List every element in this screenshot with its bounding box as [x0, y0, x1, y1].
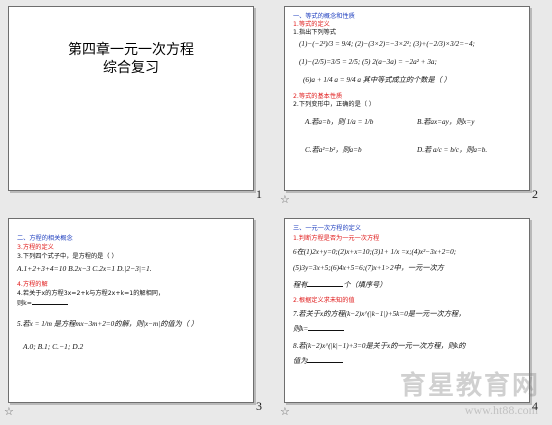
- slide-4-item1b-text: 则k=: [293, 325, 309, 333]
- slide-2-sub2: 2.等式的基本性质: [293, 93, 343, 100]
- slide-2-sub1: 1.等式的定义: [293, 21, 330, 28]
- slide-4-blank-2: [308, 325, 345, 331]
- slide-2-eq3: (6)a + 1/4 a = 9/4 a 其中等式成立的个数是（ ）: [303, 76, 451, 84]
- slide-3-canvas[interactable]: 二、方程的相关概念 3.方程的定义 3.下列四个式子中，是方程的是（ ） A.1…: [8, 218, 254, 403]
- slide-4-eq3: 程有 个（填序号）: [293, 281, 387, 289]
- slide-4-eq3-text: 程有: [293, 281, 308, 289]
- slide-2-heading: 一、等式的概念和性质: [293, 13, 355, 20]
- slide-number-1: 1: [256, 187, 262, 201]
- slide-3-item1: 3.下列四个式子中，是方程的是（ ）: [17, 253, 118, 260]
- slide-thumbnail-1[interactable]: 第四章一元一次方程 综合复习 1: [0, 0, 276, 212]
- slide-2-eq2: (1)−(2/5)=3/5 = 2/5; (5) 2(a−3a) = −2a² …: [299, 58, 437, 66]
- slide-2-option-d: D.若 a/c = b/c，则a=b.: [417, 146, 488, 154]
- slide-4-item2b: 值为: [293, 357, 344, 365]
- slide-4-item2: 8.若(k−2)x^(|k|−1)+3=0是关于x的一元一次方程，则k的: [293, 342, 466, 350]
- slide-2-eq1: (1)−(−2²)/3 = 9/4; (2)−(3×2)=−3×2²; (3)+…: [299, 40, 475, 48]
- slide-4-blank-1: [307, 281, 344, 287]
- slide-3-item2b-text: 则k=: [17, 300, 32, 307]
- slide-2-item2: 2.下列变形中，正确的是（ ）: [293, 101, 376, 108]
- slide-transition-star-icon[interactable]: ☆: [280, 193, 290, 206]
- slide-thumbnail-3[interactable]: 二、方程的相关概念 3.方程的定义 3.下列四个式子中，是方程的是（ ） A.1…: [0, 212, 276, 424]
- slide-4-eq3b-text: 个（填序号）: [343, 281, 387, 289]
- slide-3-blank: [31, 299, 68, 305]
- slide-2-option-a: A.若a=b，则 1/a = 1/b: [305, 118, 374, 126]
- slide-thumbnail-2[interactable]: 一、等式的概念和性质 1.等式的定义 1.指出下列等式 (1)−(−2²)/3 …: [276, 0, 552, 212]
- watermark-url: www.ht88.com: [464, 403, 538, 417]
- slide-2-option-b: B.若ax=ay，则x=y: [417, 118, 475, 126]
- slide-transition-star-icon[interactable]: ☆: [280, 405, 290, 418]
- slide-3-sub1: 3.方程的定义: [17, 244, 54, 251]
- slide-thumbnail-4[interactable]: 三、一元一次方程的定义 1.判断方程是否为一元一次方程 6在(1)2x+y=0;…: [276, 212, 552, 424]
- watermark-logo: 育星教育网: [399, 371, 540, 401]
- slide-4-item1: 7.若关于x的方程(k−2)x^(|k−1|)+5k=0是一元一次方程，: [293, 310, 466, 318]
- slide-3-item2b: 则k=: [17, 299, 68, 307]
- slide-3-options: A.1+2+3+4=10 B.2x−3 C.2x=1 D.|2−3|=1.: [17, 264, 152, 273]
- slide-4-heading: 三、一元一次方程的定义: [293, 225, 362, 232]
- slide-number-3: 3: [256, 399, 262, 413]
- slide-2-item1: 1.指出下列等式: [293, 29, 337, 36]
- slide-1-title-line2: 综合复习: [103, 60, 159, 76]
- slide-4-sub2: 2.根据定义求未知的值: [293, 297, 355, 304]
- slide-3-item2: 4.若关于x的方程3x=2+k与方程2x+k=1的解相同，: [17, 290, 165, 297]
- slide-3-options2: A.0; B.1; C.−1; D.2: [23, 342, 84, 351]
- slide-4-eq1: 6在(1)2x+y=0;(2)x+x=10;(3)1+ 1/x =x;(4)x²…: [293, 248, 457, 256]
- slide-3-item3: 5.若x = 1/m 是方程mx−3m+2=0的解，则|x−m|的值为（ ）: [17, 320, 198, 328]
- slide-3-heading: 二、方程的相关概念: [17, 235, 73, 242]
- slide-4-sub1: 1.判断方程是否为一元一次方程: [293, 235, 380, 242]
- slide-3-sub2: 4.方程的解: [17, 281, 48, 288]
- slide-2-option-c: C.若a²=b²，则a=b: [305, 146, 362, 154]
- slide-1-title: 第四章一元一次方程 综合复习: [9, 41, 253, 77]
- slide-number-2: 2: [532, 187, 538, 201]
- slide-4-eq2: (5)3y=3x+5;(6)4x+5=6;(7)x+1>2中，一元一次方: [293, 264, 444, 272]
- slide-4-item1b: 则k=: [293, 325, 345, 333]
- slide-4-item2b-text: 值为: [293, 357, 308, 365]
- slide-1-title-line1: 第四章一元一次方程: [68, 42, 194, 58]
- slide-2-canvas[interactable]: 一、等式的概念和性质 1.等式的定义 1.指出下列等式 (1)−(−2²)/3 …: [284, 6, 530, 191]
- slide-1-canvas[interactable]: 第四章一元一次方程 综合复习: [8, 6, 254, 191]
- slide-4-blank-3: [307, 357, 344, 363]
- slide-transition-star-icon[interactable]: ☆: [4, 405, 14, 418]
